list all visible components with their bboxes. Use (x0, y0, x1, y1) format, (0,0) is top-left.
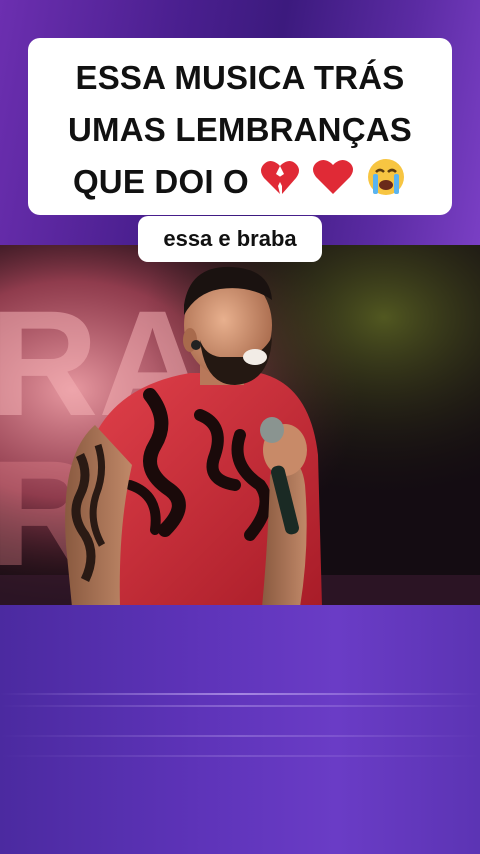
light-streak (0, 705, 480, 707)
performer-video[interactable]: RA RA (0, 245, 480, 607)
light-streak (0, 735, 480, 737)
light-streak (0, 755, 480, 757)
caption-line-3-text: QUE DOI O (72, 163, 249, 200)
red-heart-icon (312, 158, 354, 211)
caption-box: ESSA MUSICA TRÁS UMAS LEMBRANÇAS QUE DOI… (28, 38, 452, 215)
broken-heart-icon (260, 158, 300, 211)
crying-face-icon (365, 157, 407, 212)
caption-line-1: ESSA MUSICA TRÁS (75, 59, 405, 96)
performer-scene: RA RA (0, 245, 480, 607)
subtitle-text: essa e braba (163, 226, 297, 251)
bottom-background (0, 605, 480, 854)
video-frame: RA RA (0, 0, 480, 854)
subtitle-box: essa e braba (138, 216, 322, 262)
caption-line-3: QUE DOI O (42, 156, 438, 212)
caption-line-2: UMAS LEMBRANÇAS (68, 111, 412, 148)
light-streak (0, 693, 480, 695)
